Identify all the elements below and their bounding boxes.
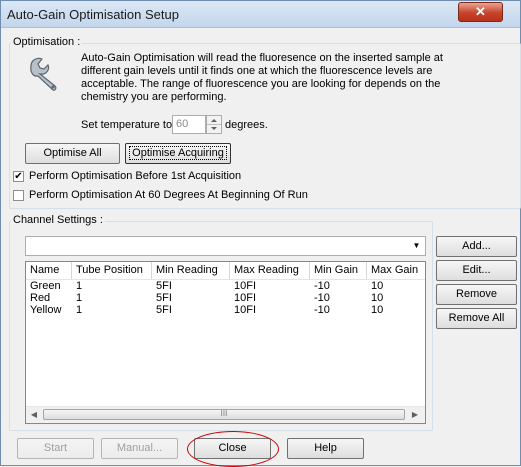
cell-tube-position: 1 [76, 292, 83, 304]
remove-all-button-label: Remove All [448, 312, 505, 324]
horizontal-scrollbar[interactable]: ◀ III ▶ [26, 406, 425, 423]
remove-button-label: Remove [456, 288, 497, 300]
cell-tube-position: 1 [76, 304, 83, 316]
cell-max-gain: 10 [371, 292, 384, 304]
start-button-label: Start [43, 442, 68, 454]
temperature-spinner[interactable] [206, 115, 222, 134]
edit-button-label: Edit... [462, 264, 491, 276]
optimise-all-button[interactable]: Optimise All [25, 143, 120, 164]
column-header-min-gain[interactable]: Min Gain [310, 262, 367, 279]
scroll-right-icon[interactable]: ▶ [407, 407, 423, 423]
checkbox-optimise-before-label[interactable]: Perform Optimisation Before 1st Acquisit… [29, 170, 241, 182]
add-button[interactable]: Add... [436, 236, 517, 257]
cell-min-reading: 5FI [156, 280, 172, 292]
channel-combo[interactable]: ▼ [25, 236, 426, 256]
help-button[interactable]: Help [287, 438, 364, 459]
chevron-down-icon: ▼ [412, 241, 421, 250]
cell-max-gain: 10 [371, 304, 384, 316]
table-row[interactable]: Yellow 1 5FI 10FI -10 10 [26, 304, 425, 316]
cell-max-reading: 10FI [234, 280, 257, 292]
edit-button[interactable]: Edit... [436, 260, 517, 281]
cell-min-gain: -10 [314, 304, 330, 316]
help-button-label: Help [314, 442, 337, 454]
remove-all-button[interactable]: Remove All [436, 308, 517, 329]
column-header-max-gain[interactable]: Max Gain [367, 262, 425, 279]
window-title: Auto-Gain Optimisation Setup [7, 7, 179, 22]
temperature-suffix: degrees. [225, 119, 268, 131]
channel-list[interactable]: Name Tube Position Min Reading Max Readi… [25, 261, 426, 424]
table-row[interactable]: Green 1 5FI 10FI -10 10 [26, 280, 425, 292]
add-button-label: Add... [462, 240, 491, 252]
optimise-acquiring-button[interactable]: Optimise Acquiring [125, 143, 231, 164]
close-icon: ✕ [475, 4, 486, 19]
cell-name: Yellow [30, 304, 62, 316]
cell-max-gain: 10 [371, 280, 384, 292]
column-header-min-reading[interactable]: Min Reading [152, 262, 230, 279]
cell-min-reading: 5FI [156, 292, 172, 304]
remove-button[interactable]: Remove [436, 284, 517, 305]
checkbox-optimise-at-60[interactable] [13, 190, 24, 201]
manual-button-label: Manual... [116, 442, 163, 454]
description-line-1: Auto-Gain Optimisation will read the flu… [81, 52, 443, 64]
checkbox-optimise-before-acquisition[interactable]: ✔ [13, 171, 24, 182]
temperature-prefix: Set temperature to [81, 119, 173, 131]
cell-min-gain: -10 [314, 292, 330, 304]
description-line-3: acceptable. The range of fluorescence yo… [81, 78, 441, 90]
cell-tube-position: 1 [76, 280, 83, 292]
column-header-max-reading[interactable]: Max Reading [230, 262, 310, 279]
column-header-tube-position[interactable]: Tube Position [72, 262, 152, 279]
checkbox-optimise-at-60-label[interactable]: Perform Optimisation At 60 Degrees At Be… [29, 189, 308, 201]
cell-min-gain: -10 [314, 280, 330, 292]
column-header-name[interactable]: Name [26, 262, 72, 279]
cell-max-reading: 10FI [234, 304, 257, 316]
optimise-acquiring-label: Optimise Acquiring [129, 146, 227, 160]
channel-list-header: Name Tube Position Min Reading Max Readi… [26, 262, 425, 280]
manual-button[interactable]: Manual... [101, 438, 178, 459]
checkmark-icon: ✔ [14, 171, 23, 182]
dialog-window: Auto-Gain Optimisation Setup ✕ Optimisat… [0, 0, 521, 467]
description-line-4: chemistry you are performing. [81, 91, 227, 103]
cell-max-reading: 10FI [234, 292, 257, 304]
close-highlight-ellipse [187, 431, 279, 467]
wrench-icon [30, 57, 57, 91]
cell-name: Green [30, 280, 61, 292]
spinner-arrows-icon [207, 119, 221, 130]
temperature-input[interactable]: 60 [172, 115, 206, 134]
window-close-button[interactable]: ✕ [458, 2, 503, 22]
cell-min-reading: 5FI [156, 304, 172, 316]
title-bar[interactable]: Auto-Gain Optimisation Setup ✕ [1, 1, 520, 28]
cell-name: Red [30, 292, 51, 304]
optimisation-legend: Optimisation : [11, 36, 83, 48]
description-line-2: different gain levels until it finds one… [81, 65, 433, 77]
start-button[interactable]: Start [17, 438, 94, 459]
grip-icon: III [220, 409, 228, 418]
scroll-left-icon[interactable]: ◀ [26, 407, 42, 423]
channel-settings-legend: Channel Settings : [11, 214, 105, 226]
table-row[interactable]: Red 1 5FI 10FI -10 10 [26, 292, 425, 304]
scroll-thumb[interactable]: III [43, 409, 405, 420]
